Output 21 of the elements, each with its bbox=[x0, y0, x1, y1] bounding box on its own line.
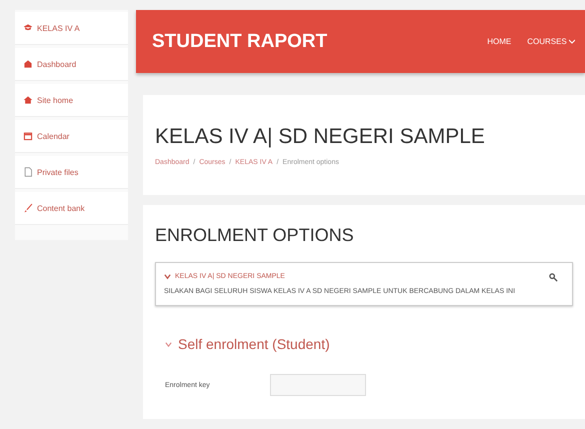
house-icon bbox=[23, 59, 33, 69]
chevron-icon[interactable] bbox=[164, 273, 171, 280]
house-icon bbox=[23, 95, 33, 105]
sidebar-item[interactable]: Dashboard bbox=[15, 48, 128, 81]
sidebar-item[interactable]: KELAS IV A bbox=[15, 12, 128, 45]
enrolment-key-field[interactable] bbox=[270, 374, 366, 396]
sidebar-item[interactable]: Content bank bbox=[15, 192, 128, 225]
page-title: KELAS IV A| SD NEGERI SAMPLE bbox=[155, 124, 486, 148]
brush-icon bbox=[23, 203, 33, 213]
sidebar-item[interactable]: Calendar bbox=[15, 120, 128, 153]
site-brand[interactable]: STUDENT RAPORT bbox=[152, 30, 472, 52]
nav-link[interactable]: HOME bbox=[487, 37, 512, 46]
calendar-icon bbox=[23, 131, 33, 141]
graduation-cap-icon bbox=[23, 23, 33, 33]
sidebar-item[interactable]: Private files bbox=[15, 156, 128, 189]
section-title[interactable]: Self enrolment (Student) bbox=[178, 336, 330, 352]
sidebar-item[interactable]: Site home bbox=[15, 84, 128, 117]
document-icon bbox=[23, 167, 33, 177]
nav-link[interactable]: COURSES bbox=[527, 37, 575, 46]
chevron-icon[interactable] bbox=[165, 340, 172, 348]
section-heading: ENROLMENT OPTIONS bbox=[155, 225, 355, 246]
